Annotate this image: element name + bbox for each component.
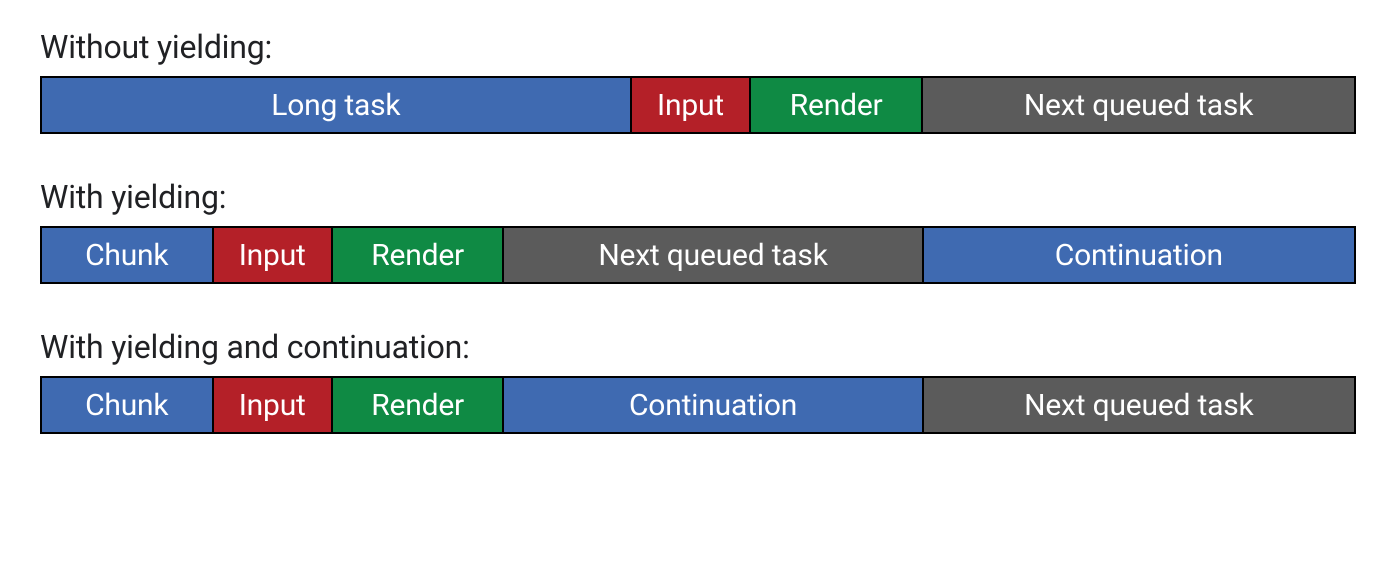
segment-next-task: Next queued task <box>924 378 1354 432</box>
segment-next-task: Next queued task <box>504 228 923 282</box>
segment-long-task: Long task <box>42 78 632 132</box>
segment-input: Input <box>214 378 333 432</box>
segment-chunk: Chunk <box>42 228 214 282</box>
segment-input: Input <box>632 78 752 132</box>
section-without-yielding: Without yielding: Long task Input Render… <box>40 28 1356 134</box>
timeline-bar: Chunk Input Render Next queued task Cont… <box>40 226 1356 284</box>
section-with-yielding-continuation: With yielding and continuation: Chunk In… <box>40 328 1356 434</box>
segment-render: Render <box>751 78 923 132</box>
segment-render: Render <box>333 228 505 282</box>
segment-continuation: Continuation <box>504 378 923 432</box>
segment-continuation: Continuation <box>924 228 1354 282</box>
segment-next-task: Next queued task <box>923 78 1354 132</box>
section-title: With yielding: <box>40 178 1356 216</box>
timeline-bar: Long task Input Render Next queued task <box>40 76 1356 134</box>
section-with-yielding: With yielding: Chunk Input Render Next q… <box>40 178 1356 284</box>
section-title: With yielding and continuation: <box>40 328 1356 366</box>
segment-render: Render <box>333 378 505 432</box>
timeline-bar: Chunk Input Render Continuation Next que… <box>40 376 1356 434</box>
section-title: Without yielding: <box>40 28 1356 66</box>
segment-chunk: Chunk <box>42 378 214 432</box>
segment-input: Input <box>214 228 333 282</box>
